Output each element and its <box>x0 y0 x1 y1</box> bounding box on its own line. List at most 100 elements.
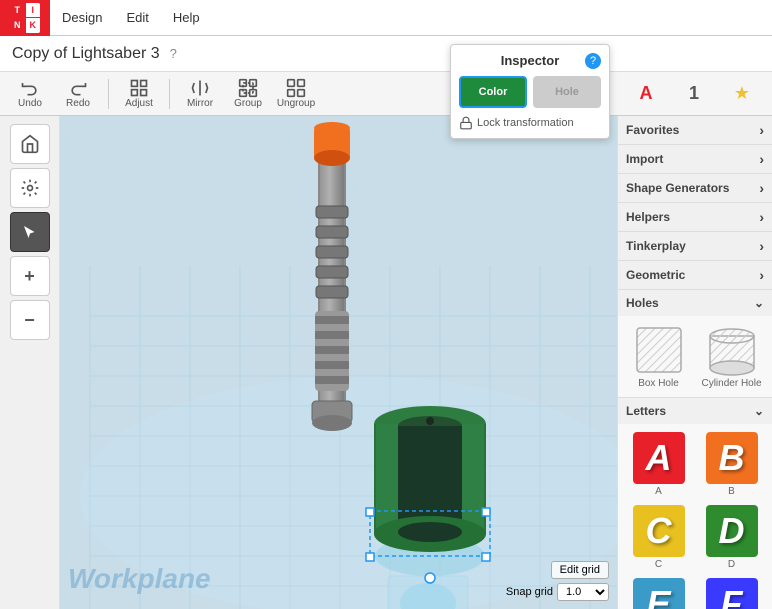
logo-n: N <box>10 18 25 33</box>
letter-item-d[interactable]: D D <box>697 503 766 572</box>
orbit-control[interactable] <box>10 168 50 208</box>
section-geometric-label: Geometric <box>626 268 685 282</box>
section-shape-generators-header[interactable]: Shape Generators <box>618 174 772 202</box>
section-helpers-label: Helpers <box>626 210 670 224</box>
left-nav-panel: + − <box>0 116 60 609</box>
zoom-out-button[interactable]: − <box>10 300 50 340</box>
inspector-lock-label: Lock transformation <box>477 117 574 129</box>
section-holes-label: Holes <box>626 296 659 310</box>
home-view-button[interactable] <box>10 124 50 164</box>
letter-item-b[interactable]: B B <box>697 430 766 499</box>
section-favorites: Favorites <box>618 116 772 145</box>
section-favorites-label: Favorites <box>626 123 679 137</box>
section-import-label: Import <box>626 152 663 166</box>
section-favorites-header[interactable]: Favorites <box>618 116 772 144</box>
inspector-color-label: Color <box>479 86 508 98</box>
titlebar: Copy of Lightsaber 3 ? <box>0 36 772 72</box>
section-tinkerplay-arrow <box>759 238 764 254</box>
inspector-hole-button[interactable]: Hole <box>533 76 601 108</box>
project-name-help: ? <box>170 46 177 61</box>
mirror-label: Mirror <box>187 98 213 109</box>
star-icon: ★ <box>734 83 750 104</box>
letter-label-d: D <box>728 559 735 570</box>
section-letters: Letters A A B B C C D D E E F F G G <box>618 398 772 609</box>
section-helpers-header[interactable]: Helpers <box>618 203 772 231</box>
holes-grid: Box Hole <box>624 322 766 391</box>
letter-label-c: C <box>655 559 662 570</box>
menubar: T I N K Design Edit Help <box>0 0 772 36</box>
inspector-hole-label: Hole <box>555 86 579 98</box>
letter-shape-d: D <box>706 505 758 557</box>
zoom-in-button[interactable]: + <box>10 256 50 296</box>
section-letters-label: Letters <box>626 404 666 418</box>
ungroup-label: Ungroup <box>277 98 315 109</box>
mirror-button[interactable]: Mirror <box>178 75 222 113</box>
letter-shape-b: B <box>706 432 758 484</box>
scene-overlay <box>60 116 617 609</box>
project-name[interactable]: Copy of Lightsaber 3 <box>12 45 160 63</box>
group-label: Group <box>234 98 262 109</box>
letter-item-e[interactable]: E E <box>624 576 693 609</box>
snap-grid-control: Snap grid 1.0 0.5 0.25 2.0 <box>506 583 609 601</box>
section-import: Import <box>618 145 772 174</box>
redo-label: Redo <box>66 98 90 109</box>
box-hole-label: Box Hole <box>638 378 679 389</box>
undo-label: Undo <box>18 98 42 109</box>
letter-a-icon: A <box>640 83 653 104</box>
section-holes-arrow <box>754 296 764 310</box>
letter-shape-f: F <box>706 578 758 609</box>
letter-shape-e: E <box>633 578 685 609</box>
star-button[interactable]: ★ <box>720 75 764 113</box>
inspector-help-button[interactable]: ? <box>585 53 601 69</box>
section-favorites-arrow <box>759 122 764 138</box>
letters-content: A A B B C C D D E E F F G G H H <box>618 424 772 609</box>
toolbar-separator-1 <box>108 79 109 109</box>
inspector-color-button[interactable]: Color <box>459 76 527 108</box>
menu-edit[interactable]: Edit <box>114 0 160 36</box>
section-tinkerplay: Tinkerplay <box>618 232 772 261</box>
section-import-arrow <box>759 151 764 167</box>
snap-grid-select[interactable]: 1.0 0.5 0.25 2.0 <box>557 583 609 601</box>
letter-item-f[interactable]: F F <box>697 576 766 609</box>
section-letters-arrow <box>754 404 764 418</box>
adjust-button[interactable]: Adjust <box>117 75 161 113</box>
box-hole-item[interactable]: Box Hole <box>624 322 693 391</box>
ungroup-button[interactable]: Ungroup <box>274 75 318 113</box>
box-hole-shape <box>633 324 685 376</box>
section-shape-generators-label: Shape Generators <box>626 181 729 195</box>
holes-content: Box Hole <box>618 316 772 397</box>
letter-item-a[interactable]: A A <box>624 430 693 499</box>
logo-k: K <box>26 18 41 33</box>
undo-button[interactable]: Undo <box>8 75 52 113</box>
section-import-header[interactable]: Import <box>618 145 772 173</box>
number-1-icon: 1 <box>689 83 699 104</box>
section-holes: Holes <box>618 290 772 398</box>
menu-design[interactable]: Design <box>50 0 114 36</box>
tinkercad-logo[interactable]: T I N K <box>0 0 50 36</box>
inspector-lock[interactable]: Lock transformation <box>459 116 601 130</box>
section-shape-generators-arrow <box>759 180 764 196</box>
edit-grid-button[interactable]: Edit grid <box>551 561 609 579</box>
inspector-title: Inspector <box>459 53 601 68</box>
letter-label-b: B <box>728 486 735 497</box>
select-tool[interactable] <box>10 212 50 252</box>
3d-viewport[interactable]: Workplane Edit grid Snap grid 1.0 0.5 0.… <box>60 116 617 609</box>
snap-grid-label: Snap grid <box>506 586 553 598</box>
cylinder-hole-label: Cylinder Hole <box>701 378 761 389</box>
number-1-button[interactable]: 1 <box>672 75 716 113</box>
letter-a-button[interactable]: A <box>624 75 668 113</box>
section-geometric-header[interactable]: Geometric <box>618 261 772 289</box>
menu-help[interactable]: Help <box>161 0 212 36</box>
zoom-out-icon: − <box>24 310 35 331</box>
cylinder-hole-shape <box>706 324 758 376</box>
section-letters-header[interactable]: Letters <box>618 398 772 424</box>
toolbar: Undo Redo Adjust Mirror Group <box>0 72 772 116</box>
cylinder-hole-item[interactable]: Cylinder Hole <box>697 322 766 391</box>
logo-t: T <box>10 3 25 18</box>
section-tinkerplay-header[interactable]: Tinkerplay <box>618 232 772 260</box>
toolbar-separator-2 <box>169 79 170 109</box>
letter-item-c[interactable]: C C <box>624 503 693 572</box>
section-holes-header[interactable]: Holes <box>618 290 772 316</box>
group-button[interactable]: Group <box>226 75 270 113</box>
redo-button[interactable]: Redo <box>56 75 100 113</box>
